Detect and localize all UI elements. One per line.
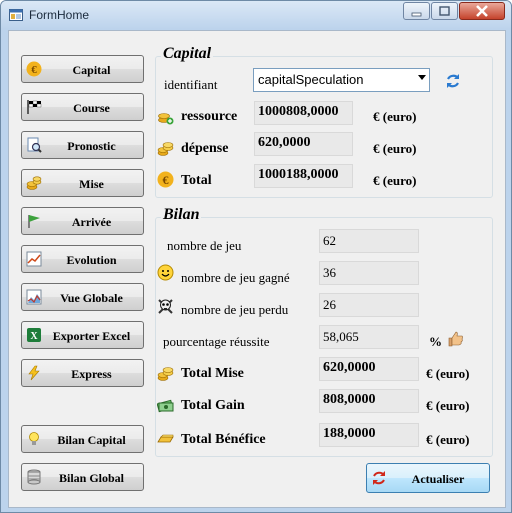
total-mise-unit: € (euro) bbox=[426, 366, 470, 381]
bilan-global-button[interactable]: Bilan Global bbox=[21, 463, 144, 491]
depense-label: dépense bbox=[181, 141, 229, 156]
total-gain-label: Total Gain bbox=[181, 398, 245, 413]
nombre-de-jeu-gagne-label: nombre de jeu gagné bbox=[181, 270, 290, 285]
euro-icon: € bbox=[157, 171, 174, 188]
bilan-group-title: Bilan bbox=[161, 206, 202, 224]
banknotes-icon bbox=[157, 397, 174, 414]
close-icon bbox=[476, 5, 488, 17]
bilan-global-button-label: Bilan Global bbox=[58, 471, 125, 485]
depense-unit: € (euro) bbox=[373, 141, 417, 156]
excel-icon: X bbox=[26, 327, 42, 343]
svg-text:€: € bbox=[31, 64, 37, 76]
coins-stack-icon bbox=[157, 365, 174, 382]
identifiant-combobox[interactable]: capitalSpeculation bbox=[253, 68, 430, 92]
coins-icon bbox=[26, 175, 42, 191]
evolution-button-label: Evolution bbox=[66, 253, 117, 267]
thumbs-up-icon bbox=[447, 330, 464, 347]
total-gain-unit: € (euro) bbox=[426, 398, 470, 413]
total-benefice-unit: € (euro) bbox=[426, 432, 470, 447]
maximize-button[interactable] bbox=[431, 2, 458, 20]
gold-bar-icon bbox=[157, 430, 174, 447]
ressource-unit: € (euro) bbox=[373, 109, 417, 124]
arrivee-button-label: Arrivée bbox=[71, 215, 112, 229]
total-mise-label: Total Mise bbox=[181, 366, 244, 381]
maximize-icon bbox=[439, 6, 450, 16]
skull-icon bbox=[157, 298, 174, 315]
identifiant-label: identifiant bbox=[164, 77, 218, 92]
nombre-de-jeu-label: nombre de jeu bbox=[167, 238, 242, 253]
total-label: Total bbox=[181, 173, 212, 188]
total-mise-value: 620,0000 bbox=[319, 357, 419, 381]
total-value: 1000188,0000 bbox=[254, 164, 353, 188]
close-button[interactable] bbox=[459, 2, 505, 20]
minimize-button[interactable] bbox=[403, 2, 430, 20]
app-icon bbox=[9, 9, 23, 21]
actualiser-button[interactable]: Actualiser bbox=[366, 463, 490, 493]
exporter-excel-button[interactable]: X Exporter Excel bbox=[21, 321, 144, 349]
nombre-de-jeu-value: 62 bbox=[319, 229, 419, 253]
lightning-icon bbox=[26, 365, 42, 381]
checkered-flag-icon bbox=[26, 99, 42, 115]
smiley-icon bbox=[157, 264, 174, 281]
capital-button-label: Capital bbox=[72, 63, 111, 77]
total-benefice-value: 188,0000 bbox=[319, 423, 419, 447]
database-icon bbox=[26, 469, 42, 485]
refresh-icon bbox=[373, 471, 385, 485]
mise-button[interactable]: Mise bbox=[21, 169, 144, 197]
dropdown-arrow-icon[interactable] bbox=[418, 75, 426, 80]
course-button[interactable]: Course bbox=[21, 93, 144, 121]
express-button-label: Express bbox=[71, 367, 112, 381]
pourcentage-reussite-value: 58,065 bbox=[319, 325, 419, 349]
pronostic-button-label: Pronostic bbox=[67, 139, 116, 153]
express-button[interactable]: Express bbox=[21, 359, 144, 387]
identifiant-value: capitalSpeculation bbox=[258, 72, 364, 87]
pourcentage-reussite-label: pourcentage réussite bbox=[163, 334, 270, 349]
window-title: FormHome bbox=[29, 8, 90, 22]
exporter-excel-button-label: Exporter Excel bbox=[52, 329, 131, 343]
finish-flag-icon bbox=[26, 213, 42, 229]
bilan-capital-button-label: Bilan Capital bbox=[57, 433, 126, 447]
depense-value: 620,0000 bbox=[254, 132, 353, 156]
capital-group-title: Capital bbox=[161, 45, 214, 63]
svg-text:€: € bbox=[163, 173, 169, 187]
title-bar[interactable]: FormHome bbox=[1, 1, 511, 29]
nombre-de-jeu-gagne-value: 36 bbox=[319, 261, 419, 285]
nombre-de-jeu-perdu-value: 26 bbox=[319, 293, 419, 317]
total-gain-value: 808,0000 bbox=[319, 389, 419, 413]
bilan-capital-button[interactable]: Bilan Capital bbox=[21, 425, 144, 453]
total-unit: € (euro) bbox=[373, 173, 417, 188]
nombre-de-jeu-perdu-label: nombre de jeu perdu bbox=[181, 302, 289, 317]
area-chart-icon bbox=[26, 289, 42, 305]
vue-globale-button-label: Vue Globale bbox=[60, 291, 123, 305]
svg-text:X: X bbox=[30, 331, 38, 342]
coins-plus-icon bbox=[157, 108, 174, 125]
magnifier-document-icon bbox=[26, 137, 42, 153]
mise-button-label: Mise bbox=[79, 177, 104, 191]
arrivee-button[interactable]: Arrivée bbox=[21, 207, 144, 235]
total-benefice-label: Total Bénéfice bbox=[181, 432, 266, 447]
actualiser-button-label: Actualiser bbox=[411, 472, 465, 486]
coins-stack-icon bbox=[157, 140, 174, 157]
euro-icon: € bbox=[26, 61, 42, 77]
capital-button[interactable]: € Capital bbox=[21, 55, 144, 83]
ressource-label: ressource bbox=[181, 109, 238, 124]
ressource-value: 1000808,0000 bbox=[254, 101, 353, 125]
vue-globale-button[interactable]: Vue Globale bbox=[21, 283, 144, 311]
pronostic-button[interactable]: Pronostic bbox=[21, 131, 144, 159]
minimize-icon bbox=[411, 12, 422, 17]
pourcentage-unit: % bbox=[429, 334, 442, 349]
refresh-icon[interactable] bbox=[445, 73, 461, 89]
evolution-button[interactable]: Evolution bbox=[21, 245, 144, 273]
line-chart-icon bbox=[26, 251, 42, 267]
lightbulb-icon bbox=[26, 431, 42, 447]
course-button-label: Course bbox=[73, 101, 110, 115]
